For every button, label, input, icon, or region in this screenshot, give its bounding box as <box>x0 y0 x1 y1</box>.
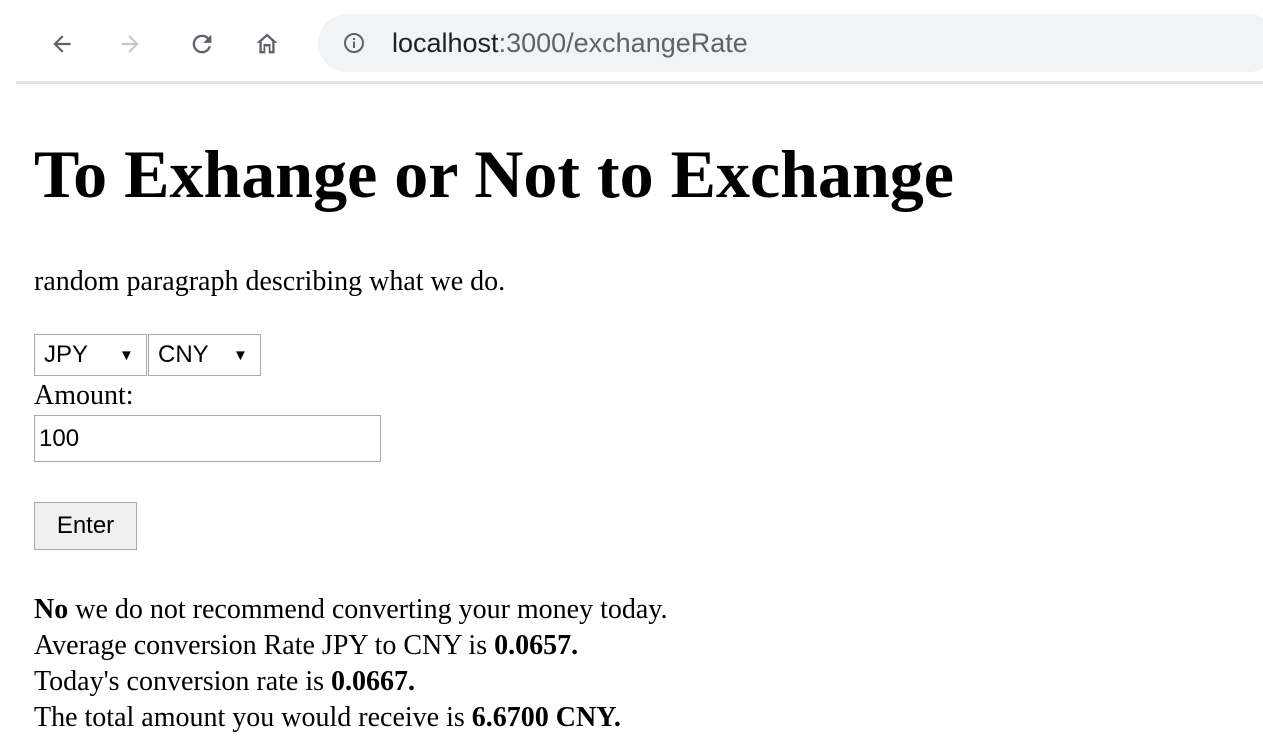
browser-toolbar: localhost:3000/exchangeRate <box>0 0 1263 86</box>
to-currency-select[interactable]: CNY ▼ <box>148 334 261 376</box>
url-path: :3000/exchangeRate <box>498 28 748 58</box>
reload-button[interactable] <box>182 24 222 64</box>
today-rate-label: Today's conversion rate is <box>34 666 332 697</box>
amount-input[interactable] <box>34 415 381 462</box>
chevron-down-icon: ▼ <box>233 347 248 364</box>
result-text: No we do not recommend converting your m… <box>34 592 668 736</box>
info-icon[interactable] <box>342 31 366 55</box>
page-title: To Exhange or Not to Exchange <box>34 136 954 212</box>
chevron-down-icon: ▼ <box>119 347 134 364</box>
home-button[interactable] <box>247 24 287 64</box>
total-amount-value: 6.6700 CNY. <box>471 702 621 733</box>
average-rate-value: 0.0657. <box>494 630 579 661</box>
today-rate-value: 0.0667. <box>331 666 416 697</box>
page-content: To Exhange or Not to Exchange random par… <box>34 126 1234 733</box>
forward-arrow-icon <box>121 35 139 53</box>
total-amount-line: The total amount you would receive is 6.… <box>34 700 668 736</box>
average-rate-line: Average conversion Rate JPY to CNY is 0.… <box>34 628 668 664</box>
today-rate-line: Today's conversion rate is 0.0667. <box>34 664 668 700</box>
description-paragraph: random paragraph describing what we do. <box>34 266 506 297</box>
address-bar[interactable]: localhost:3000/exchangeRate <box>318 14 1263 72</box>
average-rate-label: Average conversion Rate JPY to CNY is <box>34 630 495 661</box>
from-currency-value: JPY <box>44 341 89 368</box>
forward-button[interactable] <box>110 24 150 64</box>
reload-icon <box>192 34 212 54</box>
total-amount-label: The total amount you would receive is <box>34 702 472 733</box>
from-currency-select[interactable]: JPY ▼ <box>34 334 147 376</box>
amount-label: Amount: <box>34 380 134 411</box>
currency-selects: JPY ▼ CNY ▼ <box>34 334 261 376</box>
back-arrow-icon <box>53 35 71 53</box>
recommendation-text: we do not recommend converting your mone… <box>68 594 668 625</box>
url-text[interactable]: localhost:3000/exchangeRate <box>392 26 748 60</box>
to-currency-value: CNY <box>158 341 209 368</box>
recommendation-answer: No <box>34 594 69 625</box>
toolbar-divider <box>16 81 1263 84</box>
url-host: localhost <box>392 28 499 58</box>
enter-button[interactable]: Enter <box>34 502 137 550</box>
back-button[interactable] <box>42 24 82 64</box>
home-icon <box>256 33 278 54</box>
recommendation-line: No we do not recommend converting your m… <box>34 592 668 628</box>
